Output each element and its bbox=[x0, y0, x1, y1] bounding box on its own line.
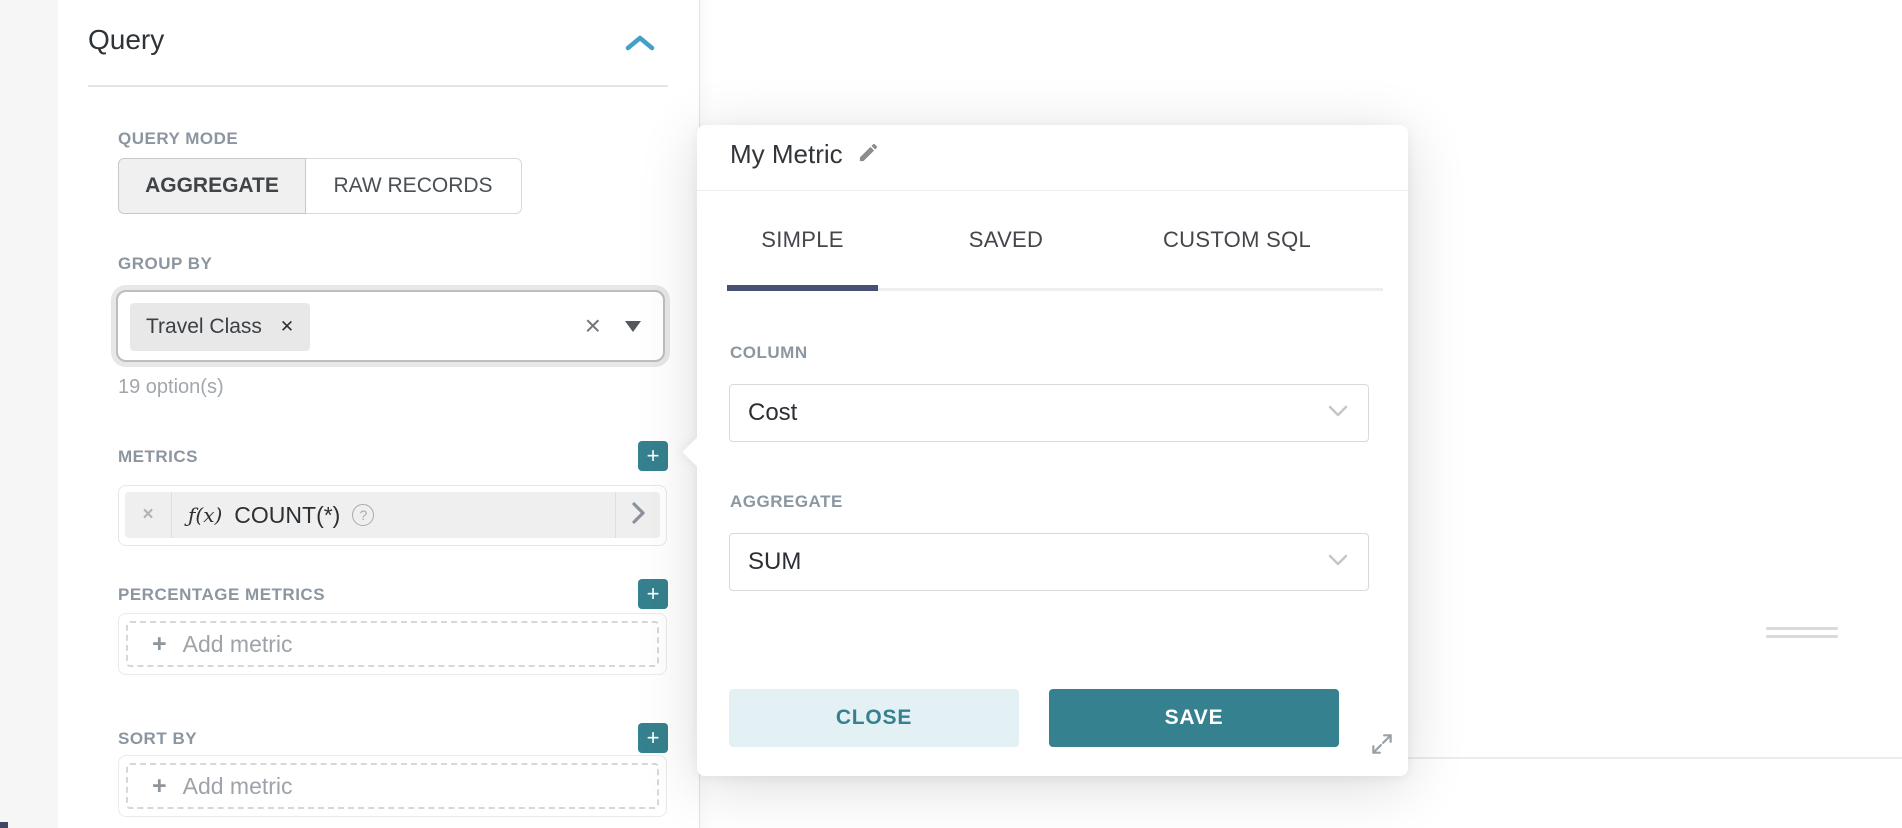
resize-diagonal-icon[interactable] bbox=[1369, 731, 1395, 757]
add-percentage-metric-button[interactable]: + bbox=[638, 579, 668, 609]
metric-edit-popover: My Metric SIMPLE SAVED CUSTOM SQL COLUMN… bbox=[697, 125, 1408, 776]
tag-remove-icon[interactable]: ✕ bbox=[280, 317, 294, 337]
query-mode-label: QUERY MODE bbox=[118, 129, 238, 149]
add-metric-button[interactable]: + bbox=[638, 441, 668, 471]
column-label: COLUMN bbox=[730, 343, 808, 363]
percentage-metrics-add-metric[interactable]: + Add metric bbox=[126, 621, 659, 667]
query-mode-segmented-control: AGGREGATE RAW RECORDS bbox=[118, 158, 522, 214]
popover-arrow bbox=[682, 436, 713, 467]
query-mode-option-aggregate[interactable]: AGGREGATE bbox=[118, 158, 306, 214]
metrics-label: METRICS bbox=[118, 447, 198, 467]
tab-custom-sql[interactable]: CUSTOM SQL bbox=[1122, 227, 1352, 253]
plus-icon: + bbox=[647, 445, 660, 467]
active-tab-underline bbox=[727, 285, 878, 291]
tab-simple[interactable]: SIMPLE bbox=[727, 227, 878, 253]
function-fx-icon: ƒ(x) bbox=[188, 503, 222, 527]
add-metric-placeholder: Add metric bbox=[183, 773, 293, 800]
sort-by-label: SORT BY bbox=[118, 729, 197, 749]
aggregate-label: AGGREGATE bbox=[730, 492, 843, 512]
metric-pill[interactable]: × ƒ(x) COUNT(*) ? bbox=[125, 492, 660, 538]
query-header-separator bbox=[88, 85, 668, 87]
plus-icon: + bbox=[647, 727, 660, 749]
add-metric-placeholder: Add metric bbox=[183, 631, 293, 658]
panel-resize-drag-handle[interactable] bbox=[1766, 627, 1838, 643]
metrics-control: × ƒ(x) COUNT(*) ? bbox=[118, 485, 667, 546]
plus-icon: + bbox=[152, 632, 167, 657]
tab-saved[interactable]: SAVED bbox=[934, 227, 1078, 253]
metric-name: My Metric bbox=[730, 139, 843, 170]
percentage-metrics-control: + Add metric bbox=[118, 613, 667, 675]
save-button[interactable]: SAVE bbox=[1049, 689, 1339, 747]
tag-label: Travel Class bbox=[146, 315, 262, 339]
pencil-edit-icon[interactable] bbox=[857, 141, 880, 169]
aggregate-select[interactable]: SUM bbox=[729, 533, 1369, 591]
left-rail bbox=[0, 0, 58, 828]
metric-pill-body[interactable]: ƒ(x) COUNT(*) ? bbox=[172, 492, 615, 538]
group-by-select[interactable]: Travel Class ✕ × bbox=[116, 290, 665, 362]
drag-handle-line bbox=[1766, 635, 1838, 638]
group-by-selected-tag: Travel Class ✕ bbox=[130, 303, 310, 351]
column-select[interactable]: Cost bbox=[729, 384, 1369, 442]
metric-editor-tabs: SIMPLE SAVED CUSTOM SQL bbox=[727, 227, 1352, 253]
help-circle-icon[interactable]: ? bbox=[352, 504, 374, 526]
plus-icon: + bbox=[647, 583, 660, 605]
bottom-left-corner-chip bbox=[0, 822, 8, 828]
drag-handle-line bbox=[1766, 627, 1838, 630]
close-button[interactable]: CLOSE bbox=[729, 689, 1019, 747]
query-section-title: Query bbox=[88, 24, 164, 56]
group-by-options-count: 19 option(s) bbox=[118, 376, 224, 399]
add-sort-by-button[interactable]: + bbox=[638, 723, 668, 753]
chevron-down-icon bbox=[1328, 553, 1348, 571]
chevron-right-icon bbox=[632, 502, 645, 529]
group-by-label: GROUP BY bbox=[118, 254, 212, 274]
chevron-up-icon bbox=[624, 39, 656, 56]
query-mode-option-raw-records[interactable]: RAW RECORDS bbox=[305, 158, 522, 214]
sort-by-add-metric[interactable]: + Add metric bbox=[126, 763, 659, 809]
chevron-down-icon bbox=[1328, 404, 1348, 422]
aggregate-select-value: SUM bbox=[748, 548, 1328, 576]
query-section-collapse-button[interactable] bbox=[624, 34, 660, 58]
column-select-value: Cost bbox=[748, 399, 1328, 427]
sort-by-control: + Add metric bbox=[118, 755, 667, 817]
plus-icon: + bbox=[152, 774, 167, 799]
metric-expand-chevron[interactable] bbox=[615, 492, 660, 538]
select-caret-down-icon[interactable] bbox=[625, 321, 641, 332]
percentage-metrics-label: PERCENTAGE METRICS bbox=[118, 585, 325, 605]
select-clear-icon[interactable]: × bbox=[585, 312, 601, 340]
metric-expression: COUNT(*) bbox=[234, 502, 340, 529]
popover-header: My Metric bbox=[697, 125, 1408, 191]
metric-remove-icon[interactable]: × bbox=[125, 492, 172, 538]
